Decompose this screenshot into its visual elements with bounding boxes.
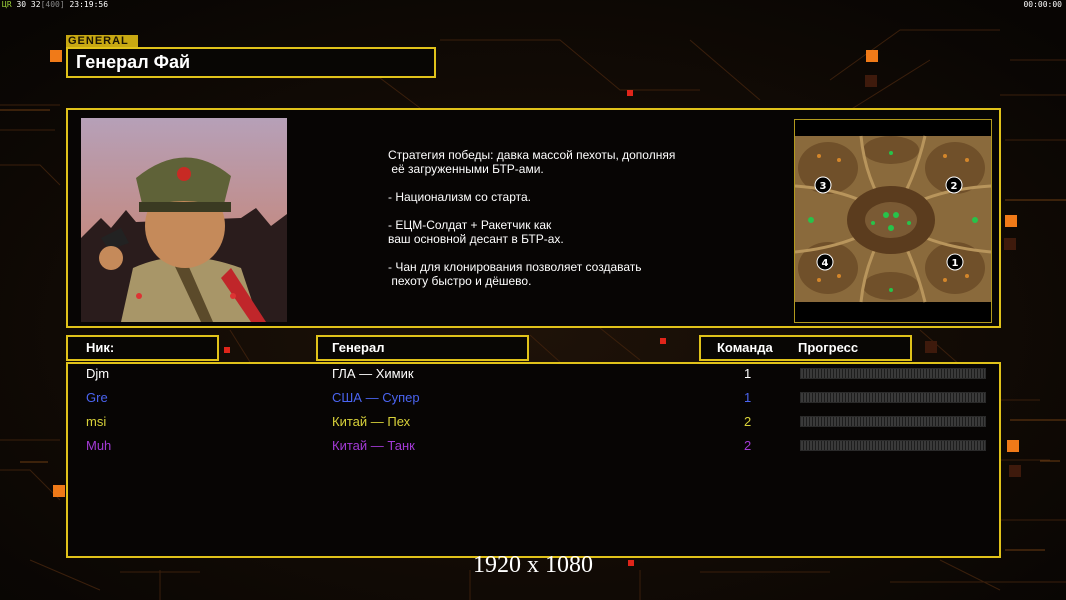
strategy-line: - ЕЦМ-Солдат + Ракетчик как — [388, 218, 552, 232]
player-progress-bar — [800, 440, 986, 451]
player-nick: Muh — [86, 438, 112, 453]
player-team: 2 — [744, 414, 752, 429]
column-header-general: Генерал — [316, 335, 529, 361]
player-general: Китай — Пех — [332, 414, 411, 429]
spawn-label: 3 — [820, 181, 827, 192]
resolution-label: 1920 x 1080 — [473, 552, 593, 578]
column-header-team: Команда — [717, 340, 773, 355]
player-progress-bar — [800, 368, 986, 379]
strategy-line: пехоту быстро и дёшево. — [388, 274, 532, 288]
strategy-line: её загруженными БТР-ами. — [388, 162, 544, 176]
player-row: Gre США — Супер 1 — [68, 388, 999, 408]
column-header-nick: Ник: — [66, 335, 219, 361]
strategy-text: Стратегия победы: давка массой пехоты, д… — [388, 148, 748, 288]
general-section-label: GENERAL — [66, 35, 138, 47]
general-info-panel: Стратегия победы: давка массой пехоты, д… — [66, 108, 1001, 328]
game-timer: 00:00:00 — [1023, 0, 1062, 9]
player-general: США — Супер — [332, 390, 420, 405]
player-nick: msi — [86, 414, 107, 429]
strategy-line: - Национализм со старта. — [388, 190, 531, 204]
general-name: Генерал Фай — [66, 47, 436, 78]
spawn-label: 1 — [952, 258, 959, 269]
strategy-line: - Чан для клонирования позволяет создава… — [388, 260, 642, 274]
strategy-line — [388, 176, 748, 190]
player-row: Muh Китай — Танк 2 — [68, 436, 999, 456]
strategy-line — [388, 204, 748, 218]
player-row: msi Китай — Пех 2 — [68, 412, 999, 432]
player-team: 1 — [744, 390, 752, 405]
map-preview[interactable]: 3 2 4 1 — [794, 119, 992, 323]
player-nick: Djm — [86, 366, 110, 381]
strategy-line — [388, 246, 748, 260]
strategy-line: ваш основной десант в БТР-ах. — [388, 232, 564, 246]
spawn-label: 2 — [951, 181, 958, 192]
players-list: Djm ГЛА — Химик 1 Gre США — Супер 1 msi … — [66, 362, 1001, 558]
player-general: ГЛА — Химик — [332, 366, 414, 381]
column-header-progress: Прогресс — [798, 340, 859, 355]
player-general: Китай — Танк — [332, 438, 415, 453]
player-row: Djm ГЛА — Химик 1 — [68, 364, 999, 384]
player-progress-bar — [800, 392, 986, 403]
general-portrait — [81, 118, 287, 322]
strategy-line: Стратегия победы: давка массой пехоты, д… — [388, 148, 676, 162]
player-team: 2 — [744, 438, 752, 453]
spawn-label: 4 — [822, 258, 829, 269]
player-team: 1 — [744, 366, 752, 381]
fps-counter: ЦR 30 32[400] 23:19:56 — [2, 0, 109, 9]
column-header-team-progress: Команда Прогресс — [699, 335, 912, 361]
player-nick: Gre — [86, 390, 108, 405]
player-progress-bar — [800, 416, 986, 427]
